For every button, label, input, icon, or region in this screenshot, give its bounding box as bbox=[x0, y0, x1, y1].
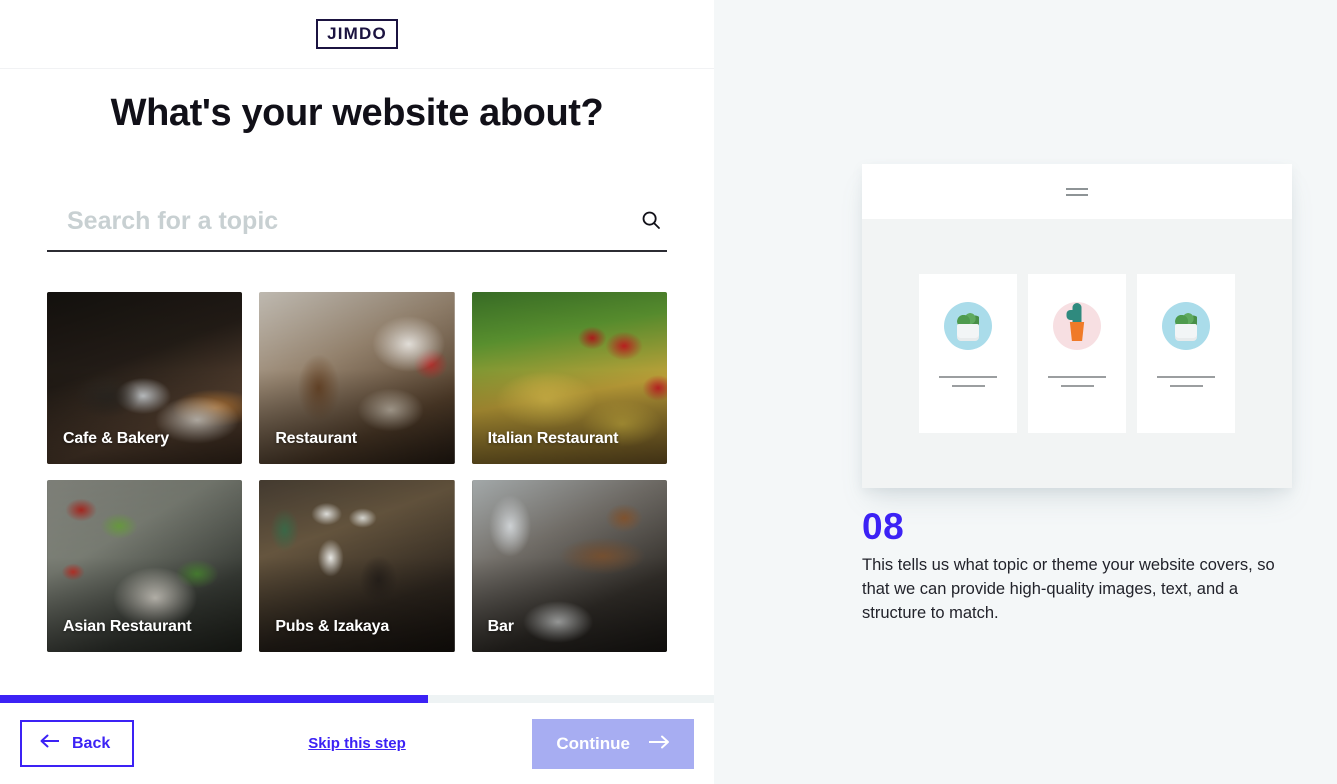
website-preview-mockup bbox=[862, 164, 1292, 488]
progress-bar-track bbox=[0, 695, 714, 703]
continue-button-label: Continue bbox=[556, 733, 630, 753]
topic-tile-restaurant[interactable]: Restaurant bbox=[259, 292, 455, 464]
skip-this-step-link[interactable]: Skip this step bbox=[308, 735, 406, 752]
footer-actions: Back Skip this step Continue bbox=[0, 703, 714, 784]
tile-label: Asian Restaurant bbox=[63, 618, 192, 635]
preview-text-placeholder bbox=[1048, 376, 1106, 387]
topic-tile-italian-restaurant[interactable]: Italian Restaurant bbox=[471, 292, 667, 464]
preview-text-placeholder bbox=[1157, 376, 1215, 387]
onboarding-screen: JIMDO What's your website about? Cafe & … bbox=[0, 0, 1337, 784]
topic-tile-pubs-izakaya[interactable]: Pubs & Izakaya bbox=[259, 480, 455, 652]
left-pane: JIMDO What's your website about? Cafe & … bbox=[0, 0, 714, 784]
preview-text-placeholder bbox=[939, 376, 997, 387]
footer-bar: Back Skip this step Continue bbox=[0, 695, 714, 784]
continue-button[interactable]: Continue bbox=[532, 718, 694, 769]
content-area: Cafe & Bakery Restaurant Italian Restaur… bbox=[0, 199, 714, 652]
arrow-left-icon bbox=[40, 734, 60, 753]
cactus-plant-icon bbox=[1053, 302, 1101, 350]
tile-label: Pubs & Izakaya bbox=[275, 618, 390, 635]
back-button[interactable]: Back bbox=[20, 720, 135, 767]
preview-body bbox=[862, 219, 1292, 488]
arrow-right-icon bbox=[648, 734, 670, 754]
step-description: This tells us what topic or theme your w… bbox=[862, 556, 1275, 622]
tile-label: Restaurant bbox=[275, 430, 357, 447]
succulent-plant-icon bbox=[944, 302, 992, 350]
preview-header bbox=[862, 164, 1292, 219]
search-icon[interactable] bbox=[633, 210, 667, 240]
preview-product-card bbox=[1137, 274, 1235, 433]
search-input[interactable] bbox=[47, 199, 633, 250]
search-bar[interactable] bbox=[47, 199, 667, 252]
succulent-plant-icon bbox=[1162, 302, 1210, 350]
back-button-label: Back bbox=[72, 734, 111, 752]
tile-label: Cafe & Bakery bbox=[63, 430, 169, 447]
preview-product-card bbox=[1028, 274, 1126, 433]
jimdo-logo: JIMDO bbox=[316, 19, 398, 49]
tile-label: Italian Restaurant bbox=[487, 430, 619, 447]
topic-tile-bar[interactable]: Bar bbox=[471, 480, 667, 652]
tile-label: Bar bbox=[487, 618, 514, 635]
hamburger-menu-icon bbox=[1066, 187, 1088, 196]
preview-product-card bbox=[919, 274, 1017, 433]
topic-grid: Cafe & Bakery Restaurant Italian Restaur… bbox=[47, 292, 667, 652]
topic-tile-asian-restaurant[interactable]: Asian Restaurant bbox=[47, 480, 243, 652]
step-number: 08 bbox=[862, 506, 905, 547]
top-bar: JIMDO bbox=[0, 0, 714, 69]
topic-tile-cafe-bakery[interactable]: Cafe & Bakery bbox=[47, 292, 243, 464]
right-preview-pane: 08 This tells us what topic or theme you… bbox=[714, 0, 1337, 784]
page-title: What's your website about? bbox=[110, 92, 604, 134]
progress-bar-fill bbox=[0, 695, 429, 703]
